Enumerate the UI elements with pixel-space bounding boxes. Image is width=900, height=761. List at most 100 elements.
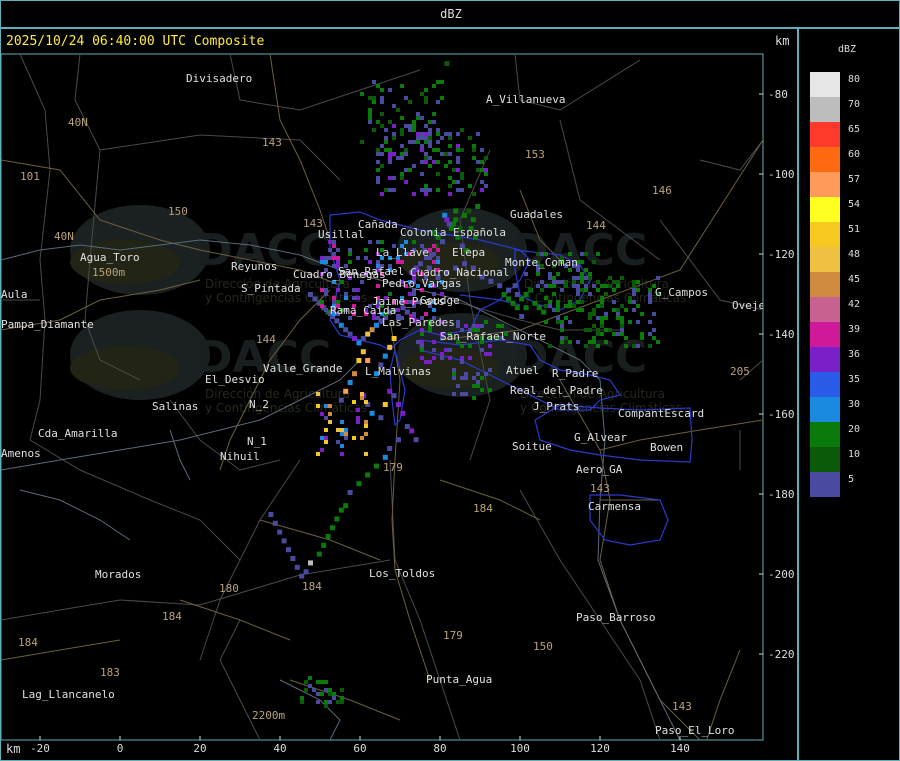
reflectivity-pixel bbox=[380, 192, 384, 196]
reflectivity-pixel bbox=[608, 328, 612, 332]
reflectivity-pixel bbox=[506, 287, 511, 293]
reflectivity-pixel bbox=[334, 318, 340, 324]
reflectivity-pixel bbox=[432, 84, 436, 88]
reflectivity-pixel bbox=[600, 316, 604, 320]
reflectivity-pixel bbox=[340, 700, 344, 704]
legend-label-36: 36 bbox=[848, 349, 861, 360]
place-label: Atuel bbox=[506, 364, 539, 377]
reflectivity-pixel bbox=[424, 156, 428, 160]
place-label: Las_Paredes bbox=[382, 316, 455, 329]
place-label: Real_del_Padre bbox=[510, 384, 603, 397]
y-axis-unit: km bbox=[775, 34, 790, 48]
reflectivity-pixel bbox=[448, 136, 452, 140]
reflectivity-pixel bbox=[616, 316, 620, 320]
reflectivity-pixel bbox=[556, 320, 560, 324]
reflectivity-pixel bbox=[476, 380, 480, 384]
reflectivity-pixel bbox=[388, 160, 392, 164]
reflectivity-pixel bbox=[360, 349, 366, 355]
reflectivity-pixel bbox=[640, 332, 644, 336]
reflectivity-pixel bbox=[368, 108, 372, 112]
reflectivity-pixel bbox=[616, 332, 620, 336]
svg-text:143: 143 bbox=[262, 136, 282, 149]
reflectivity-pixel bbox=[324, 428, 328, 432]
reflectivity-pixel bbox=[448, 176, 452, 180]
reflectivity-pixel bbox=[580, 260, 584, 264]
reflectivity-pixel bbox=[380, 164, 384, 168]
reflectivity-pixel bbox=[404, 424, 410, 429]
reflectivity-pixel bbox=[572, 276, 576, 280]
reflectivity-pixel bbox=[400, 410, 406, 416]
reflectivity-pixel bbox=[316, 680, 320, 684]
y-tick-label: -140 bbox=[768, 328, 795, 341]
reflectivity-pixel bbox=[560, 320, 564, 324]
reflectivity-pixel bbox=[364, 452, 368, 456]
reflectivity-pixel bbox=[556, 280, 560, 284]
reflectivity-pixel bbox=[544, 320, 548, 324]
reflectivity-pixel bbox=[560, 288, 564, 292]
reflectivity-pixel bbox=[388, 88, 392, 92]
reflectivity-pixel bbox=[391, 336, 397, 341]
reflectivity-pixel bbox=[336, 260, 340, 264]
wm-line2-2: y Contingencias Climáticas bbox=[205, 401, 367, 415]
reflectivity-pixel bbox=[281, 538, 287, 544]
y-tick-label: -120 bbox=[768, 248, 795, 261]
legend-swatch-30 bbox=[810, 397, 840, 422]
reflectivity-pixel bbox=[347, 331, 353, 337]
reflectivity-pixel bbox=[456, 320, 460, 324]
radar-map[interactable]: DACC Dirección de Agricultura y Continge… bbox=[0, 28, 798, 761]
reflectivity-pixel bbox=[356, 358, 362, 363]
reflectivity-pixel bbox=[420, 344, 424, 348]
reflectivity-pixel bbox=[472, 156, 476, 160]
reflectivity-pixel bbox=[604, 292, 608, 296]
reflectivity-pixel bbox=[648, 292, 652, 296]
reflectivity-pixel bbox=[404, 240, 408, 244]
reflectivity-pixel bbox=[452, 180, 456, 184]
reflectivity-pixel bbox=[480, 188, 484, 192]
reflectivity-pixel bbox=[436, 148, 440, 152]
reflectivity-pixel bbox=[436, 172, 440, 176]
reflectivity-pixel bbox=[448, 144, 452, 148]
reflectivity-pixel bbox=[588, 316, 592, 320]
reflectivity-pixel bbox=[616, 284, 620, 288]
reflectivity-pixel bbox=[628, 320, 632, 324]
reflectivity-pixel bbox=[316, 452, 320, 456]
reflectivity-pixel bbox=[444, 164, 448, 168]
reflectivity-pixel bbox=[510, 300, 516, 306]
reflectivity-pixel bbox=[320, 680, 324, 684]
reflectivity-pixel bbox=[332, 692, 336, 696]
reflectivity-pixel bbox=[444, 217, 450, 223]
reflectivity-pixel bbox=[612, 288, 616, 292]
reflectivity-pixel bbox=[364, 420, 368, 424]
reflectivity-pixel bbox=[428, 156, 432, 160]
reflectivity-pixel bbox=[428, 120, 432, 124]
reflectivity-pixel bbox=[560, 340, 564, 344]
reflectivity-pixel bbox=[380, 112, 384, 116]
reflectivity-pixel bbox=[438, 28, 443, 33]
reflectivity-pixel bbox=[356, 288, 360, 292]
reflectivity-pixel bbox=[424, 100, 428, 104]
reflectivity-pixel bbox=[600, 296, 604, 300]
reflectivity-pixel bbox=[456, 168, 460, 172]
x-tick-label: 80 bbox=[433, 742, 446, 755]
reflectivity-pixel bbox=[404, 148, 408, 152]
reflectivity-pixel bbox=[523, 292, 529, 297]
legend-swatch-54 bbox=[810, 197, 840, 222]
x-axis: -20 0 20 40 60 80 100 120 140 bbox=[30, 736, 690, 755]
reflectivity-pixel bbox=[652, 312, 656, 316]
reflectivity-pixel bbox=[392, 104, 396, 108]
reflectivity-pixel bbox=[584, 288, 588, 292]
reflectivity-pixel bbox=[380, 124, 384, 128]
reflectivity-pixel bbox=[584, 276, 588, 280]
reflectivity-pixel bbox=[360, 336, 366, 341]
x-tick-label: -20 bbox=[30, 742, 50, 755]
reflectivity-pixel bbox=[384, 136, 388, 140]
reflectivity-pixel bbox=[356, 408, 360, 412]
reflectivity-pixel bbox=[480, 168, 484, 172]
reflectivity-pixel bbox=[416, 112, 420, 116]
reflectivity-pixel bbox=[404, 124, 408, 128]
place-label: G_Alvear bbox=[574, 431, 627, 444]
reflectivity-pixel bbox=[470, 217, 476, 223]
reflectivity-pixel bbox=[592, 308, 596, 312]
y-tick-label: -160 bbox=[768, 408, 795, 421]
reflectivity-pixel bbox=[440, 152, 444, 156]
